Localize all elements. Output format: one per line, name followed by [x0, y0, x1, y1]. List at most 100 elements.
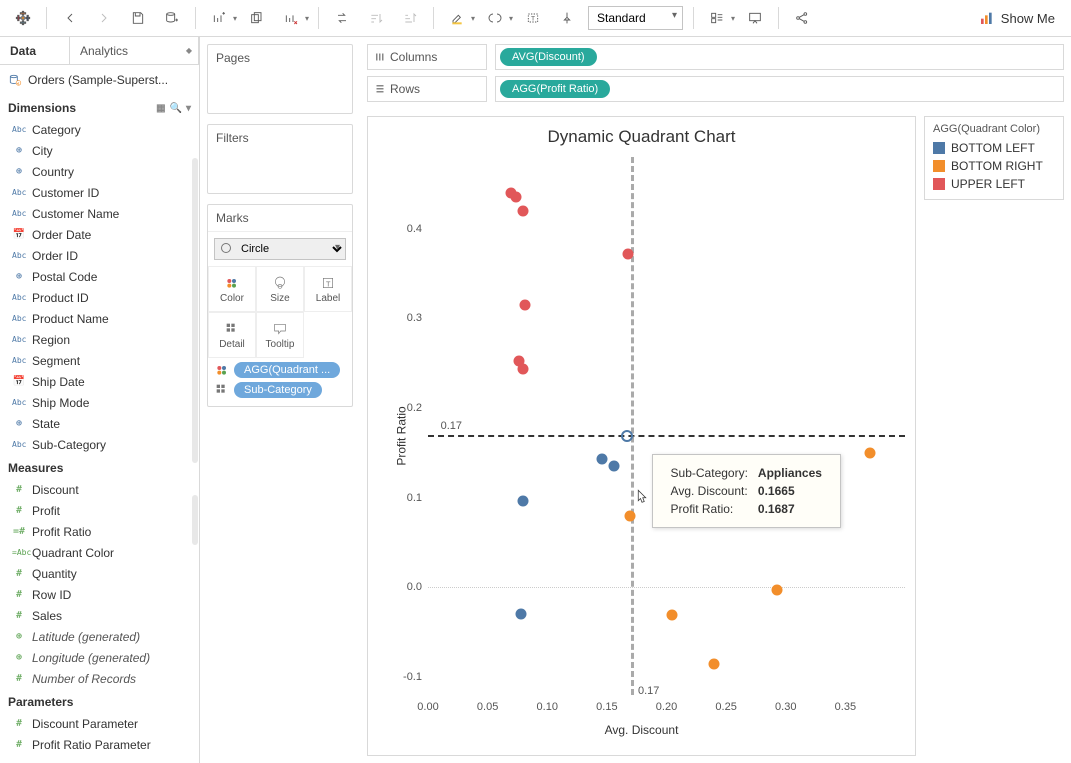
field-item[interactable]: AbcProduct Name — [0, 308, 199, 329]
marks-size-button[interactable]: Size — [256, 266, 304, 312]
field-item[interactable]: 📅Order Date — [0, 224, 199, 245]
marks-tooltip-button[interactable]: Tooltip — [256, 312, 304, 358]
new-worksheet-dropdown[interactable]: ▾ — [230, 14, 240, 23]
color-icon[interactable] — [214, 362, 230, 378]
cards-dropdown[interactable]: ▾ — [728, 14, 738, 23]
color-legend[interactable]: AGG(Quadrant Color) BOTTOM LEFTBOTTOM RI… — [924, 116, 1064, 200]
rows-shelf[interactable]: AGG(Profit Ratio) — [495, 76, 1064, 102]
show-me-button[interactable]: Show Me — [979, 10, 1055, 26]
marks-color-button[interactable]: Color — [208, 266, 256, 312]
field-item[interactable]: AbcProduct ID — [0, 287, 199, 308]
marks-detail-button[interactable]: Detail — [208, 312, 256, 358]
data-tab[interactable]: Data — [0, 37, 70, 64]
field-item[interactable]: #Quantity — [0, 563, 199, 584]
field-item[interactable]: ⊕State — [0, 413, 199, 434]
field-item[interactable]: 📅Ship Date — [0, 371, 199, 392]
view-toggle-icon[interactable]: ▦ — [156, 103, 165, 114]
redo-button[interactable] — [87, 4, 121, 32]
legend-item[interactable]: BOTTOM LEFT — [933, 139, 1055, 157]
legend-item[interactable]: BOTTOM RIGHT — [933, 157, 1055, 175]
new-source-button[interactable] — [155, 4, 189, 32]
data-point[interactable] — [609, 461, 620, 472]
duplicate-button[interactable] — [240, 4, 274, 32]
dimensions-list: AbcCategory⊕City⊕CountryAbcCustomer IDAb… — [0, 119, 199, 455]
data-point[interactable] — [518, 496, 529, 507]
data-point[interactable] — [516, 609, 527, 620]
field-item[interactable]: #Profit Ratio Parameter — [0, 734, 199, 755]
data-point[interactable] — [667, 610, 678, 621]
columns-pill[interactable]: AVG(Discount) — [500, 48, 597, 66]
side-scrollbar-2[interactable] — [192, 495, 198, 545]
data-point[interactable] — [597, 454, 608, 465]
field-item[interactable]: AbcCustomer Name — [0, 203, 199, 224]
side-scrollbar-1[interactable] — [192, 158, 198, 463]
field-item[interactable]: #Discount Parameter — [0, 713, 199, 734]
filters-card[interactable]: Filters — [207, 124, 353, 194]
x-tick: 0.35 — [835, 701, 856, 713]
sort-desc-button[interactable] — [393, 4, 427, 32]
x-axis-title: Avg. Discount — [605, 723, 679, 737]
y-axis-title: Profit Ratio — [395, 406, 409, 465]
detail-icon[interactable] — [214, 382, 230, 398]
share-button[interactable] — [785, 4, 819, 32]
field-item[interactable]: ⊕Country — [0, 161, 199, 182]
hover-point[interactable] — [621, 430, 633, 442]
field-item[interactable]: #Sales — [0, 605, 199, 626]
fit-select[interactable]: Standard — [588, 6, 683, 30]
presentation-button[interactable] — [738, 4, 772, 32]
fit-select-wrap[interactable]: Standard — [588, 6, 683, 30]
field-item[interactable]: AbcCategory — [0, 119, 199, 140]
data-point[interactable] — [772, 585, 783, 596]
undo-button[interactable] — [53, 4, 87, 32]
field-item[interactable]: AbcSegment — [0, 350, 199, 371]
swap-button[interactable] — [325, 4, 359, 32]
clear-sheet-dropdown[interactable]: ▾ — [302, 14, 312, 23]
data-point[interactable] — [623, 248, 634, 259]
field-item[interactable]: #Profit — [0, 500, 199, 521]
field-item[interactable]: AbcCustomer ID — [0, 182, 199, 203]
analytics-tab[interactable]: Analytics◆ — [70, 37, 199, 64]
save-button[interactable] — [121, 4, 155, 32]
search-icon[interactable]: 🔍 — [170, 103, 182, 114]
marks-pill[interactable]: AGG(Quadrant ... — [234, 362, 340, 378]
field-item[interactable]: AbcRegion — [0, 329, 199, 350]
marks-card: Marks Circle ColorSizeTLabelDetailToolti… — [207, 204, 353, 407]
group-dropdown[interactable]: ▾ — [506, 14, 516, 23]
columns-shelf-label: Columns — [367, 44, 487, 70]
pages-card[interactable]: Pages — [207, 44, 353, 114]
legend-item[interactable]: UPPER LEFT — [933, 175, 1055, 193]
data-point[interactable] — [518, 363, 529, 374]
field-item[interactable]: AbcShip Mode — [0, 392, 199, 413]
mark-type-select[interactable]: Circle — [214, 238, 346, 260]
data-point[interactable] — [709, 658, 720, 669]
field-item[interactable]: #Discount — [0, 479, 199, 500]
tableau-logo[interactable] — [6, 4, 40, 32]
labels-button[interactable]: T — [516, 4, 550, 32]
field-item[interactable]: ⊕Postal Code — [0, 266, 199, 287]
data-point[interactable] — [518, 205, 529, 216]
measures-header: Measures — [8, 461, 63, 475]
field-item[interactable]: ⊕City — [0, 140, 199, 161]
viz-canvas[interactable]: Dynamic Quadrant Chart Profit Ratio Avg.… — [367, 116, 916, 756]
marks-pill[interactable]: Sub-Category — [234, 382, 322, 398]
field-item[interactable]: =#Profit Ratio — [0, 521, 199, 542]
data-point[interactable] — [865, 447, 876, 458]
field-item[interactable]: ⊕Latitude (generated) — [0, 626, 199, 647]
field-item[interactable]: =AbcQuadrant Color — [0, 542, 199, 563]
pin-button[interactable] — [550, 4, 584, 32]
field-item[interactable]: AbcOrder ID — [0, 245, 199, 266]
field-item[interactable]: #Number of Records — [0, 668, 199, 689]
data-point[interactable] — [511, 192, 522, 203]
field-item[interactable]: #Row ID — [0, 584, 199, 605]
data-point[interactable] — [519, 299, 530, 310]
sort-asc-button[interactable] — [359, 4, 393, 32]
field-item[interactable]: AbcSub-Category — [0, 434, 199, 455]
rows-pill[interactable]: AGG(Profit Ratio) — [500, 80, 610, 98]
data-menu-icon[interactable]: ▾ — [186, 103, 191, 114]
field-item[interactable]: ⊕Longitude (generated) — [0, 647, 199, 668]
data-point[interactable] — [624, 510, 635, 521]
highlight-dropdown[interactable]: ▾ — [468, 14, 478, 23]
marks-label-button[interactable]: TLabel — [304, 266, 352, 312]
columns-shelf[interactable]: AVG(Discount) — [495, 44, 1064, 70]
datasource-item[interactable]: Orders (Sample-Superst... — [0, 65, 199, 95]
